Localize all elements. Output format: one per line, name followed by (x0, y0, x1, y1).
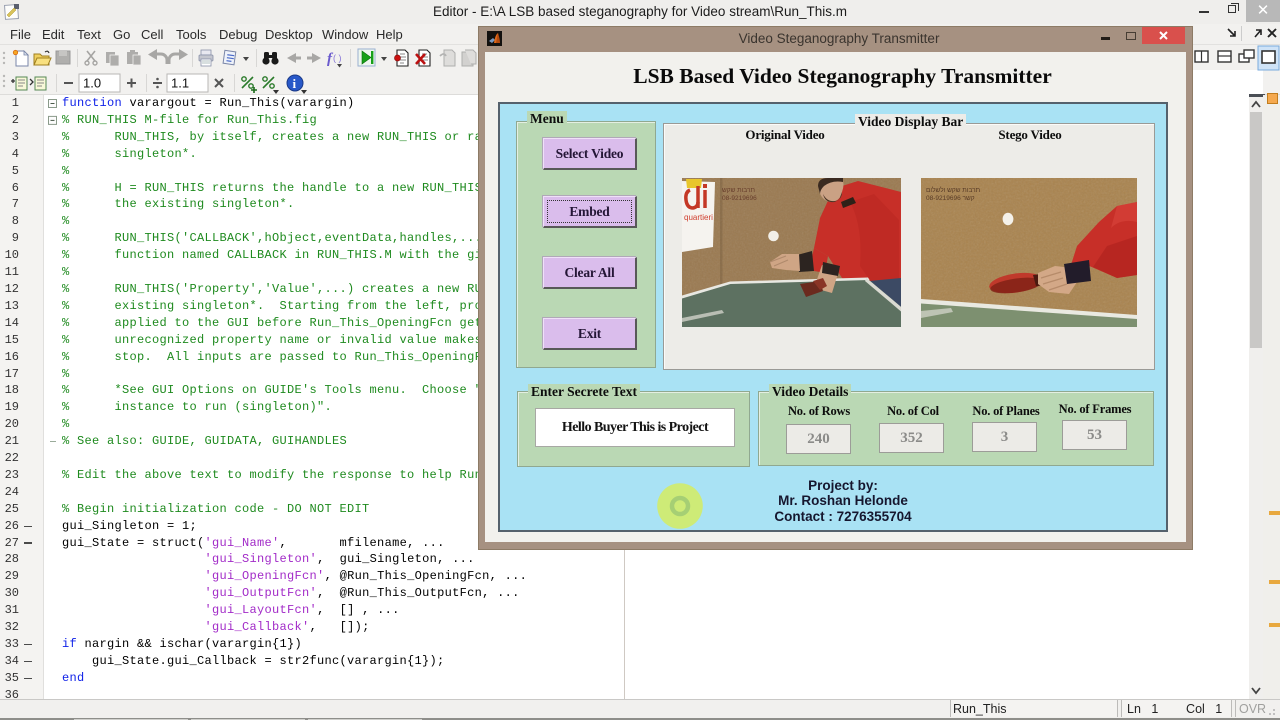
svg-text:08-9219696 קשר: 08-9219696 קשר (926, 195, 975, 202)
svg-text:08-9219696: 08-9219696 (722, 195, 757, 202)
svg-text:1.1: 1.1 (171, 76, 189, 91)
svg-text:( ): ( ) (333, 53, 342, 63)
svg-text:תרבות שקש ולשלום: תרבות שקש ולשלום (926, 186, 980, 194)
svg-text:1.0: 1.0 (83, 76, 101, 91)
svg-text:תרבות שקש: תרבות שקש (722, 187, 755, 194)
svg-text:quartieri: quartieri (684, 213, 713, 222)
svg-text:i: i (293, 76, 297, 91)
